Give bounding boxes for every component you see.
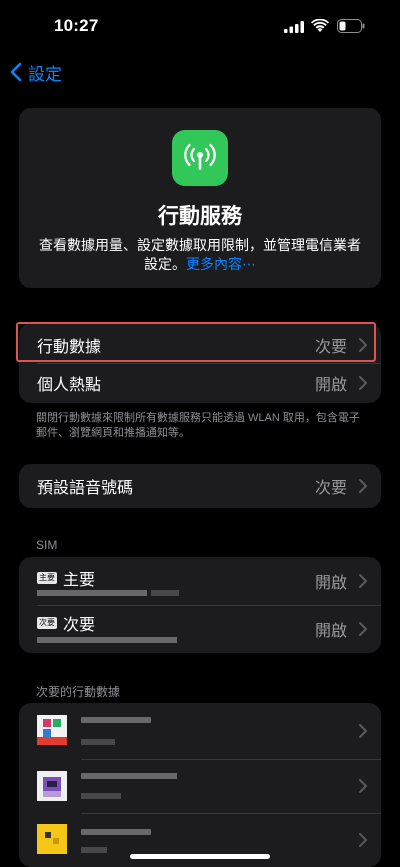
redacted-number — [151, 590, 179, 596]
personal-hotspot-label: 個人熱點 — [37, 377, 102, 394]
default-voice-line-label: 預設語音號碼 — [37, 480, 134, 497]
sim-line-primary[interactable]: 主要 主要 開啟 — [19, 557, 381, 605]
more-info-link[interactable]: 更多內容⋯ — [186, 256, 256, 272]
redacted-app-name — [81, 829, 151, 835]
personal-hotspot-value: 開啟 — [314, 377, 347, 394]
antenna-icon — [172, 130, 228, 186]
app-icon — [37, 771, 67, 801]
sim-value-secondary: 開啟 — [314, 623, 347, 640]
redacted-app-detail — [81, 793, 121, 799]
hero-description: 查看數據用量、設定數據取用限制，並管理電信業者設定。更多內容⋯ — [35, 236, 365, 274]
cellular-data-footnote: 關閉行動數據來限制所有數據服務只能透過 WLAN 取用，包含電子郵件、瀏覽網頁和… — [36, 412, 360, 439]
highlight-box — [16, 322, 376, 362]
sim-value-primary: 開啟 — [314, 575, 347, 592]
chevron-right-icon — [359, 479, 367, 493]
app-icon — [37, 715, 67, 745]
page-title: 行動服務 — [158, 205, 242, 228]
sim-section-header: SIM — [36, 538, 58, 552]
default-voice-line-row[interactable]: 預設語音號碼 次要 — [19, 464, 381, 508]
chevron-right-icon — [359, 574, 367, 588]
redacted-number — [37, 590, 147, 596]
sim-name-primary: 主要 — [63, 572, 96, 589]
redacted-number — [37, 637, 177, 643]
redacted-app-detail — [81, 739, 115, 745]
sim-group: 主要 主要 開啟 次要 次要 開啟 — [19, 557, 381, 653]
chevron-right-icon — [359, 833, 367, 847]
battery-icon — [337, 19, 365, 33]
app-row[interactable] — [19, 759, 381, 813]
app-icon — [37, 824, 67, 854]
cellular-data-group: 行動數據 次要 個人熱點 開啟 — [16, 322, 381, 405]
chevron-right-icon — [359, 376, 367, 390]
redacted-app-name — [81, 773, 177, 779]
personal-hotspot-row[interactable]: 個人熱點 開啟 — [19, 361, 381, 405]
chevron-right-icon — [359, 779, 367, 793]
status-time: 10:27 — [54, 16, 99, 35]
sim-tag-primary: 主要 — [37, 572, 57, 584]
sim-tag-secondary: 次要 — [37, 617, 57, 629]
apps-group — [19, 703, 381, 867]
default-voice-line-value: 次要 — [314, 480, 347, 497]
status-bar: 10:27 — [0, 0, 400, 54]
home-indicator[interactable] — [130, 854, 270, 859]
wifi-icon — [311, 19, 329, 32]
back-label: 設定 — [28, 64, 62, 84]
signal-icon — [284, 21, 304, 33]
sim-name-secondary: 次要 — [63, 617, 96, 634]
chevron-left-icon — [10, 62, 22, 82]
voice-line-group: 預設語音號碼 次要 — [19, 464, 381, 508]
app-row[interactable] — [19, 703, 381, 759]
redacted-app-name — [81, 717, 151, 723]
chevron-right-icon — [359, 724, 367, 738]
redacted-app-detail — [81, 847, 107, 853]
chevron-right-icon — [359, 622, 367, 636]
back-button[interactable]: 設定 — [10, 58, 62, 86]
apps-section-header: 次要的行動數據 — [36, 685, 121, 699]
cellular-header-card: 行動服務 查看數據用量、設定數據取用限制，並管理電信業者設定。更多內容⋯ — [19, 108, 381, 288]
sim-line-secondary[interactable]: 次要 次要 開啟 — [19, 605, 381, 653]
